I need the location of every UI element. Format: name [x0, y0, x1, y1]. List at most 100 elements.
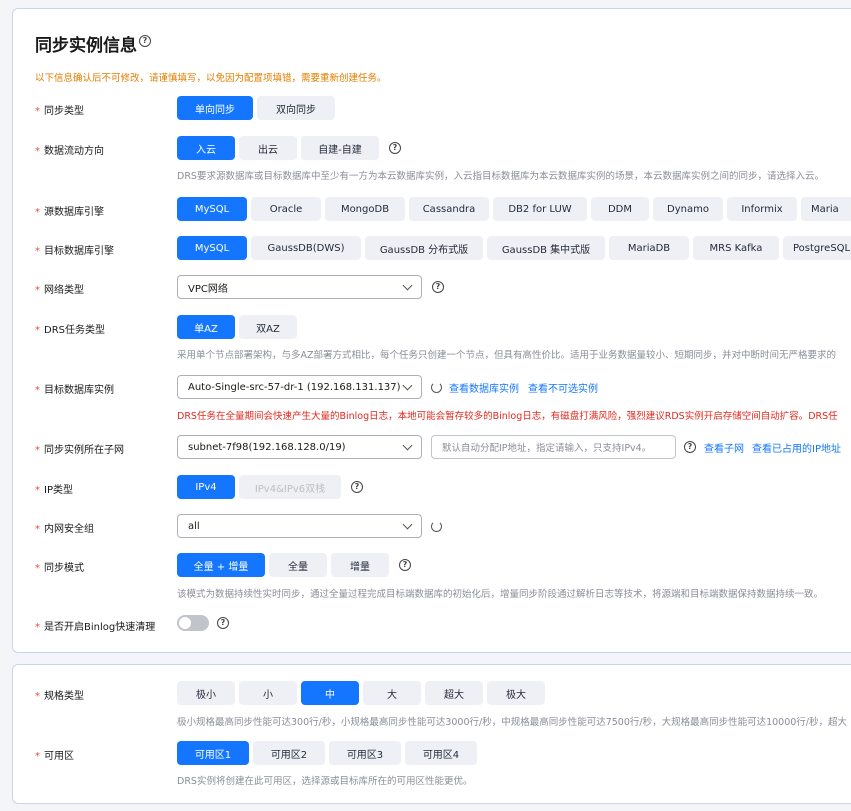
- source-engine-label: * 源数据库引擎: [35, 207, 104, 218]
- spec-option[interactable]: 小: [239, 681, 297, 705]
- drs-type-segment: 单AZ 双AZ: [177, 315, 297, 339]
- security-group-select[interactable]: all: [177, 514, 422, 538]
- target-instance-value: Auto-Single-src-57-dr-1 (192.168.131.137…: [188, 381, 401, 393]
- flow-description: DRS要求源数据库或目标数据库中至少有一方为本云数据库实例，入云指目标数据库为本…: [177, 171, 824, 182]
- help-icon[interactable]: ?: [351, 481, 363, 493]
- refresh-icon[interactable]: [431, 520, 442, 532]
- security-group-controls: all: [177, 514, 442, 538]
- option-incremental[interactable]: 增量: [331, 553, 389, 577]
- drs-type-label: * DRS任务类型: [35, 325, 105, 336]
- spec-card: * 规格类型 极小 小 中 大 超大 极大 极小规格最高同步性能可达300行/秒，…: [12, 664, 851, 804]
- az-option[interactable]: 可用区4: [405, 741, 477, 765]
- option-one-way[interactable]: 单向同步: [177, 96, 253, 120]
- sync-mode-description: 该模式为数据持续性实时同步，通过全量过程完成目标端数据库的初始化后，增量同步阶段…: [177, 589, 824, 600]
- target-engine-option[interactable]: MySQL: [177, 236, 247, 260]
- binlog-controls: ?: [177, 615, 229, 631]
- target-engine-option[interactable]: MariaDB: [609, 236, 689, 260]
- option-full-incremental[interactable]: 全量 + 增量: [177, 553, 265, 577]
- az-label: * 可用区: [35, 751, 74, 762]
- binlog-label: * 是否开启Binlog快速清理: [35, 622, 156, 633]
- view-db-instances-link[interactable]: 查看数据库实例: [449, 380, 519, 395]
- network-type-value: VPC网络: [188, 283, 228, 295]
- az-option[interactable]: 可用区1: [177, 741, 249, 765]
- sync-type-segment: 单向同步 双向同步: [177, 96, 335, 120]
- sync-mode-controls: 全量 + 增量 全量 增量 ?: [177, 553, 411, 577]
- ip-type-controls: IPv4 IPv4&IPv6双栈 ?: [177, 475, 363, 499]
- chevron-down-icon: [402, 280, 413, 290]
- view-used-ip-link[interactable]: 查看已占用的IP地址: [752, 440, 841, 455]
- source-engine-option[interactable]: DDM: [591, 197, 649, 221]
- spec-option[interactable]: 极小: [177, 681, 235, 705]
- target-engine-option[interactable]: GaussDB 分布式版: [365, 236, 483, 260]
- spec-option[interactable]: 极大: [487, 681, 545, 705]
- security-group-value: all: [188, 520, 200, 532]
- option-single-az[interactable]: 单AZ: [177, 315, 235, 339]
- view-unavailable-instances-link[interactable]: 查看不可选实例: [528, 380, 598, 395]
- help-icon[interactable]: ?: [399, 559, 411, 571]
- spec-option[interactable]: 大: [363, 681, 421, 705]
- option-two-way[interactable]: 双向同步: [257, 96, 335, 120]
- option-dual-az[interactable]: 双AZ: [239, 315, 297, 339]
- source-engine-option[interactable]: Oracle: [251, 197, 321, 221]
- target-instance-label: * 目标数据库实例: [35, 385, 114, 396]
- help-icon[interactable]: ?: [139, 35, 151, 47]
- source-engine-option[interactable]: MongoDB: [325, 197, 405, 221]
- refresh-icon[interactable]: [431, 381, 442, 393]
- network-controls: VPC网络 ?: [177, 275, 444, 299]
- binlog-toggle[interactable]: [177, 615, 209, 631]
- option-self-built[interactable]: 自建-自建: [301, 136, 379, 160]
- subnet-select[interactable]: subnet-7f98(192.168.128.0/19): [177, 435, 422, 459]
- az-description: DRS实例将创建在此可用区，选择源或目标库所在的可用区性能更优。: [177, 776, 473, 787]
- source-engine-option[interactable]: Dynamo: [653, 197, 723, 221]
- target-engine-option[interactable]: MRS Kafka: [693, 236, 779, 260]
- chevron-down-icon: [402, 519, 413, 529]
- flow-label: * 数据流动方向: [35, 146, 104, 157]
- az-segment: 可用区1 可用区2 可用区3 可用区4: [177, 741, 477, 765]
- warning-text: 以下信息确认后不可修改，请谨慎填写，以免因为配置项填错，需要重新创建任务。: [35, 73, 387, 84]
- source-engine-option[interactable]: DB2 for LUW: [493, 197, 587, 221]
- network-type-label: * 网络类型: [35, 285, 84, 296]
- target-engine-option[interactable]: GaussDB(DWS): [251, 236, 361, 260]
- option-out-cloud[interactable]: 出云: [239, 136, 297, 160]
- help-icon[interactable]: ?: [432, 281, 444, 293]
- target-engine-label: * 目标数据库引擎: [35, 246, 114, 257]
- source-engine-segment: MySQL Oracle MongoDB Cassandra DB2 for L…: [177, 197, 851, 221]
- spec-type-label: * 规格类型: [35, 691, 84, 702]
- target-instance-select[interactable]: Auto-Single-src-57-dr-1 (192.168.131.137…: [177, 375, 422, 399]
- option-into-cloud[interactable]: 入云: [177, 136, 235, 160]
- spec-option[interactable]: 超大: [425, 681, 483, 705]
- chevron-down-icon: [402, 380, 413, 390]
- help-icon[interactable]: ?: [389, 142, 401, 154]
- source-engine-option[interactable]: Cassandra: [409, 197, 489, 221]
- flow-controls: 入云 出云 自建-自建 ?: [177, 136, 401, 160]
- subnet-value: subnet-7f98(192.168.128.0/19): [188, 441, 346, 453]
- spec-option[interactable]: 中: [301, 681, 359, 705]
- option-ipv4[interactable]: IPv4: [177, 475, 235, 499]
- help-icon[interactable]: ?: [217, 617, 229, 629]
- az-option[interactable]: 可用区2: [253, 741, 325, 765]
- spec-type-segment: 极小 小 中 大 超大 极大: [177, 681, 545, 705]
- source-engine-option[interactable]: Informix: [727, 197, 797, 221]
- view-subnet-link[interactable]: 查看子网: [704, 440, 744, 455]
- source-engine-option[interactable]: Maria: [801, 197, 851, 221]
- subnet-controls: subnet-7f98(192.168.128.0/19) 默认自动分配IP地址…: [177, 435, 841, 459]
- target-instance-controls: Auto-Single-src-57-dr-1 (192.168.131.137…: [177, 375, 598, 399]
- section-title: 同步实例信息: [35, 36, 137, 56]
- help-icon[interactable]: ?: [684, 441, 696, 453]
- sync-instance-info-card: 同步实例信息 ? 以下信息确认后不可修改，请谨慎填写，以免因为配置项填错，需要重…: [12, 8, 851, 653]
- sync-mode-label: * 同步模式: [35, 563, 84, 574]
- target-instance-error: DRS任务在全量期间会快速产生大量的Binlog日志，本地可能会暂存较多的Bin…: [177, 411, 838, 422]
- security-group-label: * 内网安全组: [35, 524, 94, 535]
- spec-description: 极小规格最高同步性能可达300行/秒，小规格最高同步性能可达3000行/秒，中规…: [177, 717, 848, 728]
- target-engine-option[interactable]: GaussDB 集中式版: [487, 236, 605, 260]
- source-engine-option[interactable]: MySQL: [177, 197, 247, 221]
- az-option[interactable]: 可用区3: [329, 741, 401, 765]
- option-dual-stack[interactable]: IPv4&IPv6双栈: [239, 475, 341, 499]
- ip-address-input[interactable]: 默认自动分配IP地址，指定请输入，只支持IPv4。: [431, 435, 676, 459]
- option-full[interactable]: 全量: [269, 553, 327, 577]
- ip-type-label: * IP类型: [35, 485, 73, 496]
- network-type-select[interactable]: VPC网络: [177, 275, 422, 299]
- chevron-down-icon: [402, 440, 413, 450]
- target-engine-segment: MySQL GaussDB(DWS) GaussDB 分布式版 GaussDB …: [177, 236, 851, 260]
- target-engine-option[interactable]: PostgreSQL: [783, 236, 851, 260]
